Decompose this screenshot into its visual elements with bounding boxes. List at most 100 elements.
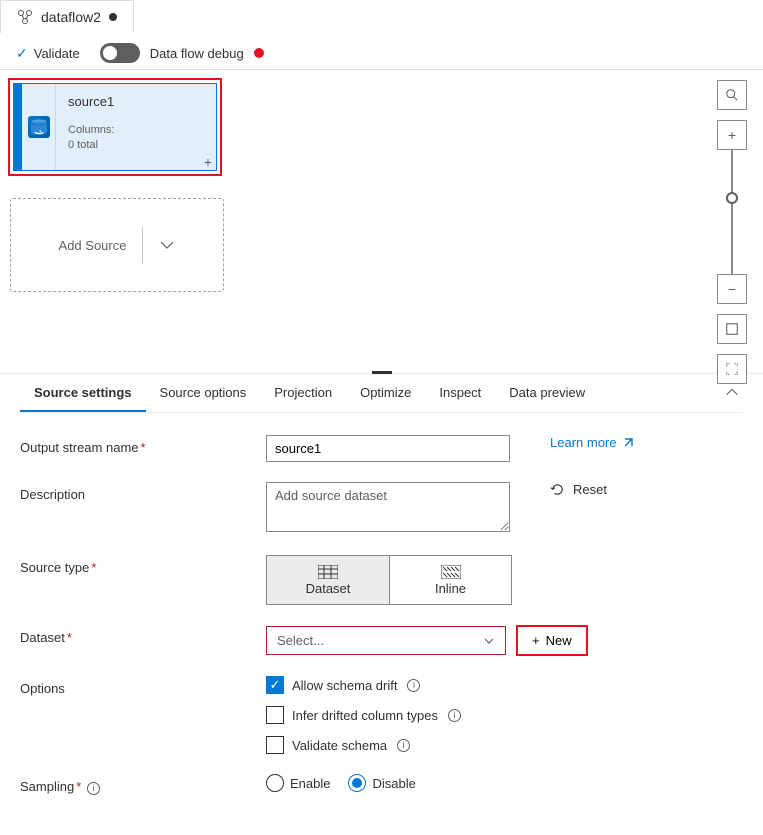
allow-schema-drift-checkbox-row: ✓ Allow schema drift i (266, 676, 461, 694)
description-input[interactable] (266, 482, 510, 532)
sampling-disable-label: Disable (372, 776, 415, 791)
source-node-highlight: source1 Columns: 0 total + (8, 78, 222, 176)
infer-drifted-label: Infer drifted column types (292, 708, 438, 723)
unsaved-indicator-icon (109, 13, 117, 21)
dataset-label: Dataset (20, 630, 65, 645)
search-button[interactable] (717, 80, 747, 110)
tab-optimize[interactable]: Optimize (346, 375, 425, 412)
description-label: Description (20, 487, 85, 502)
database-icon (28, 116, 50, 138)
chevron-down-icon[interactable] (143, 237, 175, 253)
reset-icon (550, 482, 565, 497)
info-icon[interactable]: i (397, 739, 410, 752)
settings-tabs: Source settings Source options Projectio… (20, 375, 743, 413)
fit-to-screen-button[interactable] (717, 314, 747, 344)
source-type-label: Source type (20, 560, 89, 575)
new-button-highlight: + New (516, 625, 588, 656)
info-icon[interactable]: i (407, 679, 420, 692)
tab-source-settings[interactable]: Source settings (20, 375, 146, 412)
chevron-down-icon (483, 635, 495, 647)
required-indicator: * (76, 779, 81, 794)
new-dataset-button[interactable]: + New (518, 627, 586, 654)
external-link-icon (622, 437, 634, 449)
toolbar: ✓ Validate Data flow debug (0, 33, 763, 70)
panel-resize-handle[interactable] (372, 371, 392, 374)
dataset-select-placeholder: Select... (277, 633, 324, 648)
source-columns-count: 0 total (68, 138, 204, 153)
sampling-row: Sampling* i Enable Disable (20, 774, 743, 795)
add-source-label: Add Source (59, 238, 143, 253)
dataset-option-label: Dataset (306, 581, 351, 596)
tab-title: dataflow2 (41, 9, 101, 25)
required-indicator: * (141, 440, 146, 455)
validate-schema-label: Validate schema (292, 738, 387, 753)
toggle-handle-icon (103, 46, 117, 60)
dataset-select[interactable]: Select... (266, 626, 506, 655)
source-type-row: Source type* Dataset Inline (20, 555, 743, 605)
dataflow-icon (17, 9, 33, 25)
checkmark-icon: ✓ (16, 45, 28, 62)
dataset-row: Dataset* Select... + New (20, 625, 743, 656)
validate-button[interactable]: ✓ Validate (16, 45, 80, 62)
reset-button[interactable]: Reset (550, 482, 607, 497)
sampling-enable-label: Enable (290, 776, 330, 791)
required-indicator: * (67, 630, 72, 645)
tab-projection[interactable]: Projection (260, 375, 346, 412)
learn-more-link[interactable]: Learn more (550, 435, 634, 450)
new-button-label: New (546, 633, 572, 648)
source-node[interactable]: source1 Columns: 0 total + (13, 83, 217, 171)
tab-data-preview[interactable]: Data preview (495, 375, 599, 412)
learn-more-label: Learn more (550, 435, 616, 450)
allow-schema-drift-checkbox[interactable]: ✓ (266, 676, 284, 694)
allow-schema-drift-label: Allow schema drift (292, 678, 397, 693)
zoom-slider-handle[interactable] (726, 192, 738, 204)
dataflow-debug-toggle-container: Data flow debug (100, 43, 264, 63)
debug-status-icon (254, 48, 264, 58)
reset-label: Reset (573, 482, 607, 497)
validate-schema-checkbox-row: Validate schema i (266, 736, 461, 754)
source-content: source1 Columns: 0 total + (56, 84, 216, 170)
info-icon[interactable]: i (448, 709, 461, 722)
validate-schema-checkbox[interactable] (266, 736, 284, 754)
dataflow-debug-toggle[interactable] (100, 43, 140, 63)
source-columns-label: Columns: (68, 123, 204, 138)
source-type-group: Dataset Inline (266, 555, 512, 605)
source-type-dataset-option[interactable]: Dataset (267, 556, 389, 604)
dataflow-tab[interactable]: dataflow2 (0, 0, 134, 33)
zoom-slider[interactable] (731, 150, 733, 274)
options-label: Options (20, 681, 65, 696)
zoom-in-button[interactable]: + (717, 120, 747, 150)
sampling-enable-radio (266, 774, 284, 792)
zoom-controls: + − (717, 80, 747, 384)
infer-drifted-checkbox[interactable] (266, 706, 284, 724)
validate-label: Validate (34, 46, 80, 61)
zoom-out-button[interactable]: − (717, 274, 747, 304)
tab-source-options[interactable]: Source options (146, 375, 261, 412)
options-row: Options ✓ Allow schema drift i Infer dri… (20, 676, 743, 754)
add-source-button[interactable]: Add Source (10, 198, 224, 292)
output-stream-name-row: Output stream name* Learn more (20, 435, 743, 462)
dataflow-canvas[interactable]: source1 Columns: 0 total + Add Source + … (0, 70, 763, 375)
description-row: Description Reset (20, 482, 743, 535)
plus-icon: + (532, 633, 540, 648)
dataflow-debug-label: Data flow debug (150, 46, 244, 61)
sampling-label: Sampling (20, 779, 74, 794)
source-name: source1 (68, 94, 204, 109)
output-stream-input[interactable] (266, 435, 510, 462)
dataset-icon (318, 565, 338, 579)
sampling-enable-option[interactable]: Enable (266, 774, 330, 792)
infer-drifted-checkbox-row: Infer drifted column types i (266, 706, 461, 724)
inline-icon (441, 565, 461, 579)
sampling-disable-option[interactable]: Disable (348, 774, 415, 792)
output-stream-label: Output stream name (20, 440, 139, 455)
sampling-disable-radio (348, 774, 366, 792)
collapse-panel-button[interactable] (725, 385, 739, 399)
source-type-inline-option[interactable]: Inline (389, 556, 511, 604)
required-indicator: * (91, 560, 96, 575)
source-icon-area (22, 84, 56, 170)
tab-inspect[interactable]: Inspect (425, 375, 495, 412)
add-step-icon[interactable]: + (204, 154, 212, 170)
inline-option-label: Inline (435, 581, 466, 596)
settings-panel: Source settings Source options Projectio… (0, 375, 763, 835)
node-accent-bar (14, 84, 22, 170)
